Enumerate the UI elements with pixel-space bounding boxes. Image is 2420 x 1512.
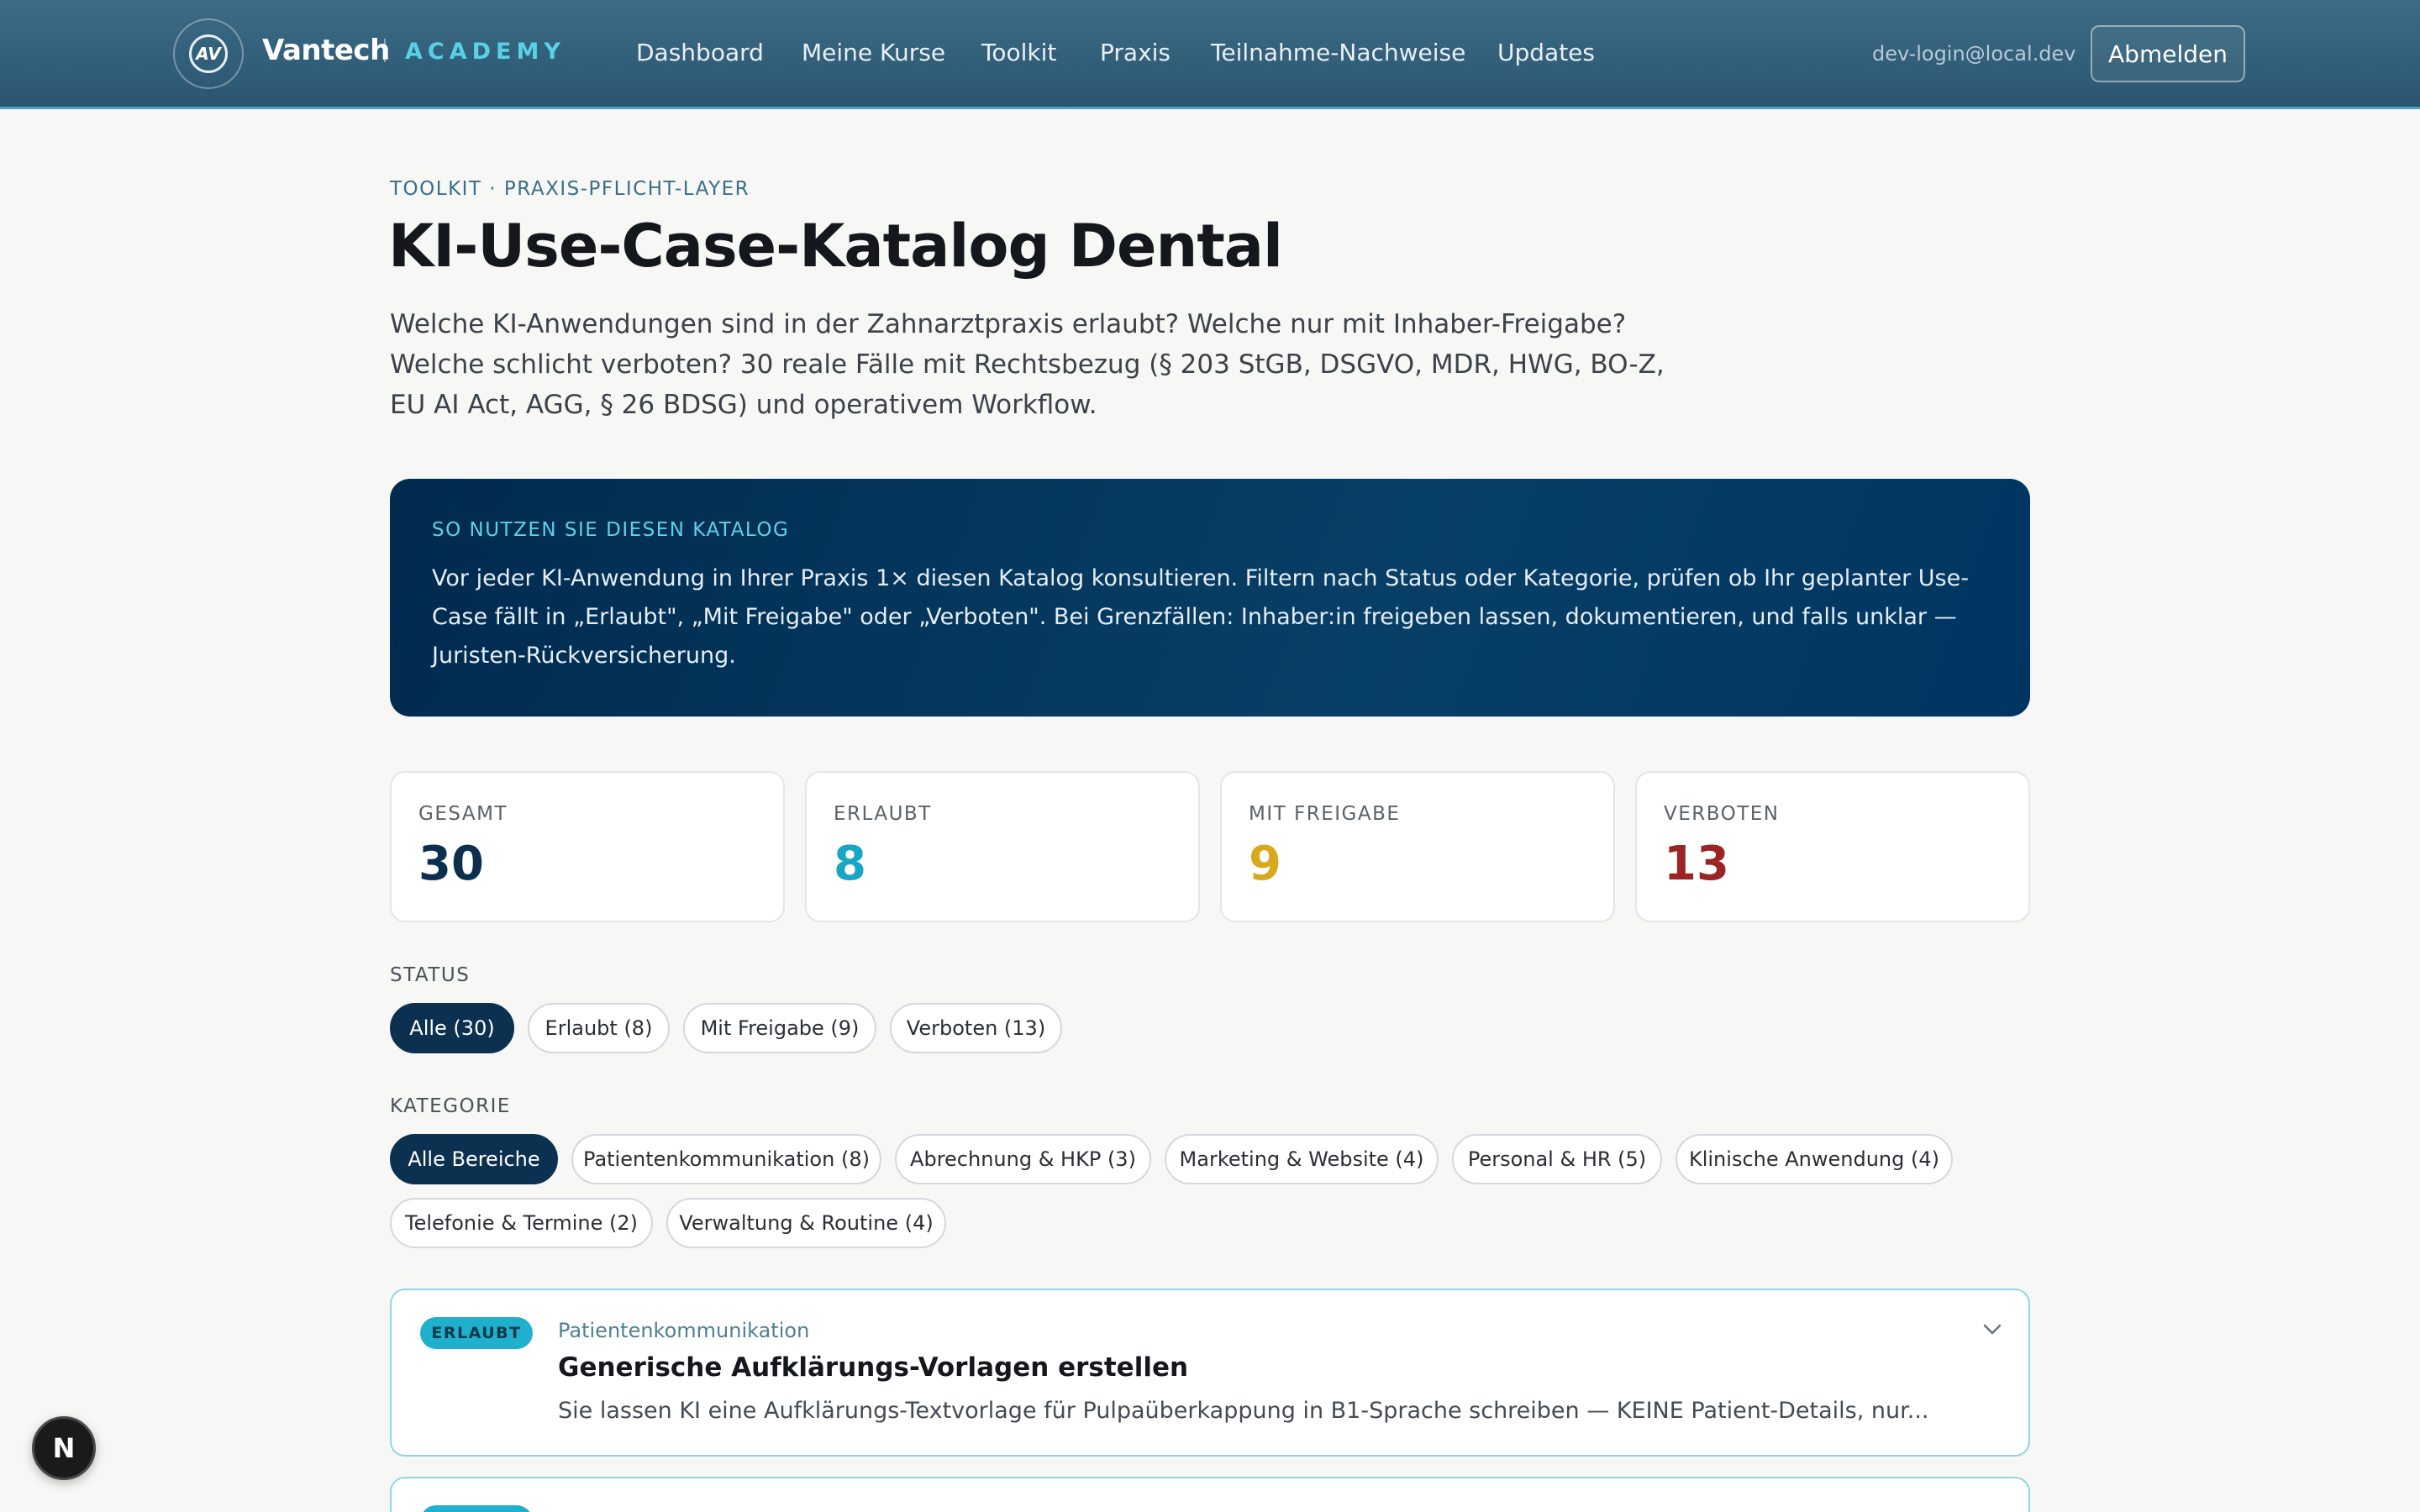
use-case-card[interactable]: ERLAUBT Patientenkommunikation Generisch… [390, 1289, 2030, 1457]
nav-meine-kurse[interactable]: Meine Kurse [802, 39, 945, 66]
use-case-title: Generische Aufklärungs-Vorlagen erstelle… [558, 1352, 1189, 1383]
stat-value: 30 [418, 837, 484, 891]
category-chip-clinical[interactable]: Klinische Anwendung (4) [1676, 1134, 1953, 1184]
status-chip-all[interactable]: Alle (30) [390, 1003, 514, 1053]
stat-value: 8 [834, 837, 866, 891]
user-email: dev-login@local.dev [1872, 42, 2076, 66]
stat-card-allowed: ERLAUBT 8 [805, 771, 1200, 922]
category-chip-billing[interactable]: Abrechnung & HKP (3) [895, 1134, 1151, 1184]
brand-logo[interactable]: AV [173, 18, 244, 89]
status-chip-forbidden[interactable]: Verboten (13) [890, 1003, 1062, 1053]
category-chip-telephony[interactable]: Telefonie & Termine (2) [390, 1198, 653, 1248]
category-chip-marketing[interactable]: Marketing & Website (4) [1165, 1134, 1439, 1184]
use-case-description: Sie lassen KI eine Aufklärungs-Textvorla… [558, 1398, 1929, 1424]
status-chip-with-approval[interactable]: Mit Freigabe (9) [683, 1003, 876, 1053]
category-chip-administration[interactable]: Verwaltung & Routine (4) [666, 1198, 946, 1248]
stat-label: MIT FREIGABE [1249, 803, 1401, 825]
status-badge [420, 1505, 533, 1512]
brand-divider [384, 39, 386, 62]
nav-toolkit[interactable]: Toolkit [981, 39, 1056, 66]
status-chip-allowed[interactable]: Erlaubt (8) [528, 1003, 670, 1053]
use-case-card[interactable] [390, 1477, 2030, 1512]
nav-dashboard[interactable]: Dashboard [636, 39, 764, 66]
status-filter-label: STATUS [390, 964, 471, 986]
brand-subtitle: ACADEMY [405, 39, 566, 65]
stat-card-with-approval: MIT FREIGABE 9 [1220, 771, 1615, 922]
nav-updates[interactable]: Updates [1497, 39, 1595, 66]
info-panel-heading: SO NUTZEN SIE DIESEN KATALOG [432, 519, 790, 541]
category-filter-label: KATEGORIE [390, 1095, 511, 1117]
nav-teilnahme-nachweise[interactable]: Teilnahme-Nachweise [1211, 39, 1465, 66]
nav-praxis[interactable]: Praxis [1100, 39, 1171, 66]
logout-button[interactable]: Abmelden [2091, 25, 2245, 82]
chevron-down-icon[interactable] [1980, 1317, 2005, 1342]
stat-label: ERLAUBT [834, 803, 932, 825]
stat-value: 9 [1249, 837, 1281, 891]
stat-value: 13 [1664, 837, 1729, 891]
category-chip-all[interactable]: Alle Bereiche [390, 1134, 558, 1184]
logo-icon: AV [189, 34, 228, 73]
category-chip-hr[interactable]: Personal & HR (5) [1452, 1134, 1662, 1184]
dev-tools-button[interactable]: N [32, 1416, 96, 1480]
brand-name[interactable]: Vantech [262, 34, 390, 67]
info-panel-text: Vor jeder KI-Anwendung in Ihrer Praxis 1… [432, 565, 1969, 669]
page-title: KI-Use-Case-Katalog Dental [388, 212, 1283, 281]
category-chip-patient-communication[interactable]: Patientenkommunikation (8) [571, 1134, 881, 1184]
page-intro: Welche KI-Anwendungen sind in der Zahnar… [390, 309, 1665, 420]
status-badge: ERLAUBT [420, 1317, 533, 1349]
stat-label: VERBOTEN [1664, 803, 1780, 825]
stat-card-forbidden: VERBOTEN 13 [1635, 771, 2030, 922]
use-case-category: Patientenkommunikation [558, 1319, 810, 1342]
breadcrumb: TOOLKIT · PRAXIS-PFLICHT-LAYER [390, 178, 750, 200]
top-navigation-bar: AV Vantech ACADEMY Dashboard Meine Kurse… [0, 0, 2420, 109]
usage-info-panel: SO NUTZEN SIE DIESEN KATALOG Vor jeder K… [390, 479, 2030, 717]
stat-label: GESAMT [418, 803, 508, 825]
stat-card-total: GESAMT 30 [390, 771, 785, 922]
